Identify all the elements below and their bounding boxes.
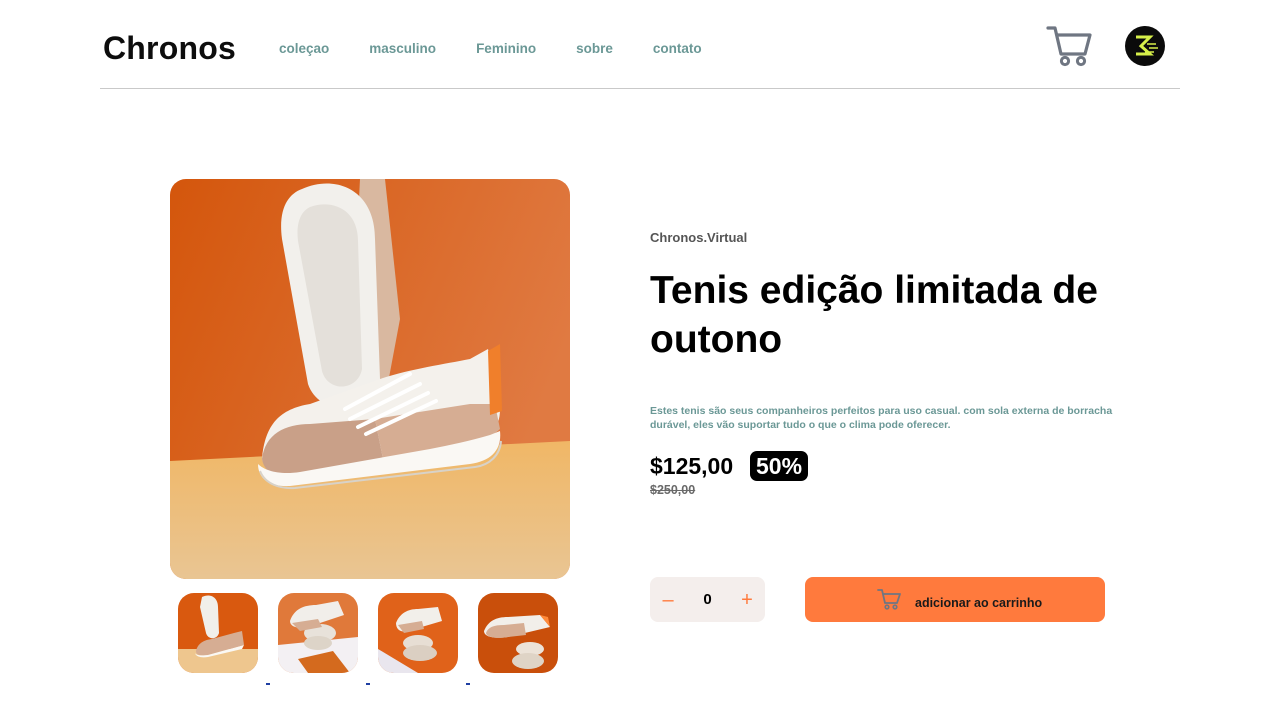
product-title: Tenis edição limitada de outono	[650, 269, 1098, 361]
avatar-logo-icon	[1136, 35, 1158, 56]
site-header: Chronos coleçao masculino Feminino sobre…	[100, 0, 1180, 89]
cart-icon	[877, 589, 901, 610]
nav-link-sobre[interactable]: sobre	[576, 41, 613, 56]
add-to-cart-label: adicionar ao carrinho	[915, 596, 1043, 610]
product-description: Estes tenis são seus companheiros perfei…	[650, 405, 1113, 431]
main-nav: coleçao masculino Feminino sobre contato	[279, 41, 742, 56]
cart-button[interactable]	[1046, 24, 1092, 68]
nav-link-feminino[interactable]: Feminino	[476, 41, 536, 56]
discount-badge: 50%	[750, 451, 809, 481]
product-price: $125,00	[650, 453, 734, 479]
thumbnail-4[interactable]	[478, 593, 558, 673]
logo[interactable]: Chronos	[103, 30, 236, 67]
nav-link-contato[interactable]: contato	[653, 41, 702, 56]
thumbnail-indicator	[366, 683, 370, 685]
thumbnail-2[interactable]	[278, 593, 358, 673]
user-avatar[interactable]	[1125, 26, 1165, 66]
quantity-value: 0	[703, 591, 712, 608]
thumbnail-indicator	[266, 683, 270, 685]
thumbnail-strip	[178, 593, 578, 673]
sneaker-thumbnail-image	[478, 593, 558, 673]
original-price: $250,00	[650, 483, 696, 497]
sneaker-thumbnail-image	[178, 593, 258, 673]
thumbnail-1[interactable]	[178, 593, 258, 673]
thumbnail-3[interactable]	[378, 593, 458, 673]
main-product-image[interactable]	[170, 179, 570, 579]
decrease-quantity-button[interactable]: –	[650, 577, 686, 622]
increase-quantity-button[interactable]: +	[729, 577, 765, 622]
nav-link-colecao[interactable]: coleçao	[279, 41, 329, 56]
cart-icon	[1046, 26, 1092, 67]
quantity-stepper: – 0 +	[650, 577, 765, 622]
nav-link-masculino[interactable]: masculino	[369, 41, 436, 56]
sneaker-thumbnail-image	[278, 593, 358, 673]
thumbnail-indicator	[466, 683, 470, 685]
sneaker-thumbnail-image	[378, 593, 458, 673]
sneaker-image	[170, 179, 570, 579]
add-to-cart-button[interactable]: adicionar ao carrinho	[805, 577, 1105, 622]
product-brand: Chronos.Virtual	[650, 230, 748, 245]
